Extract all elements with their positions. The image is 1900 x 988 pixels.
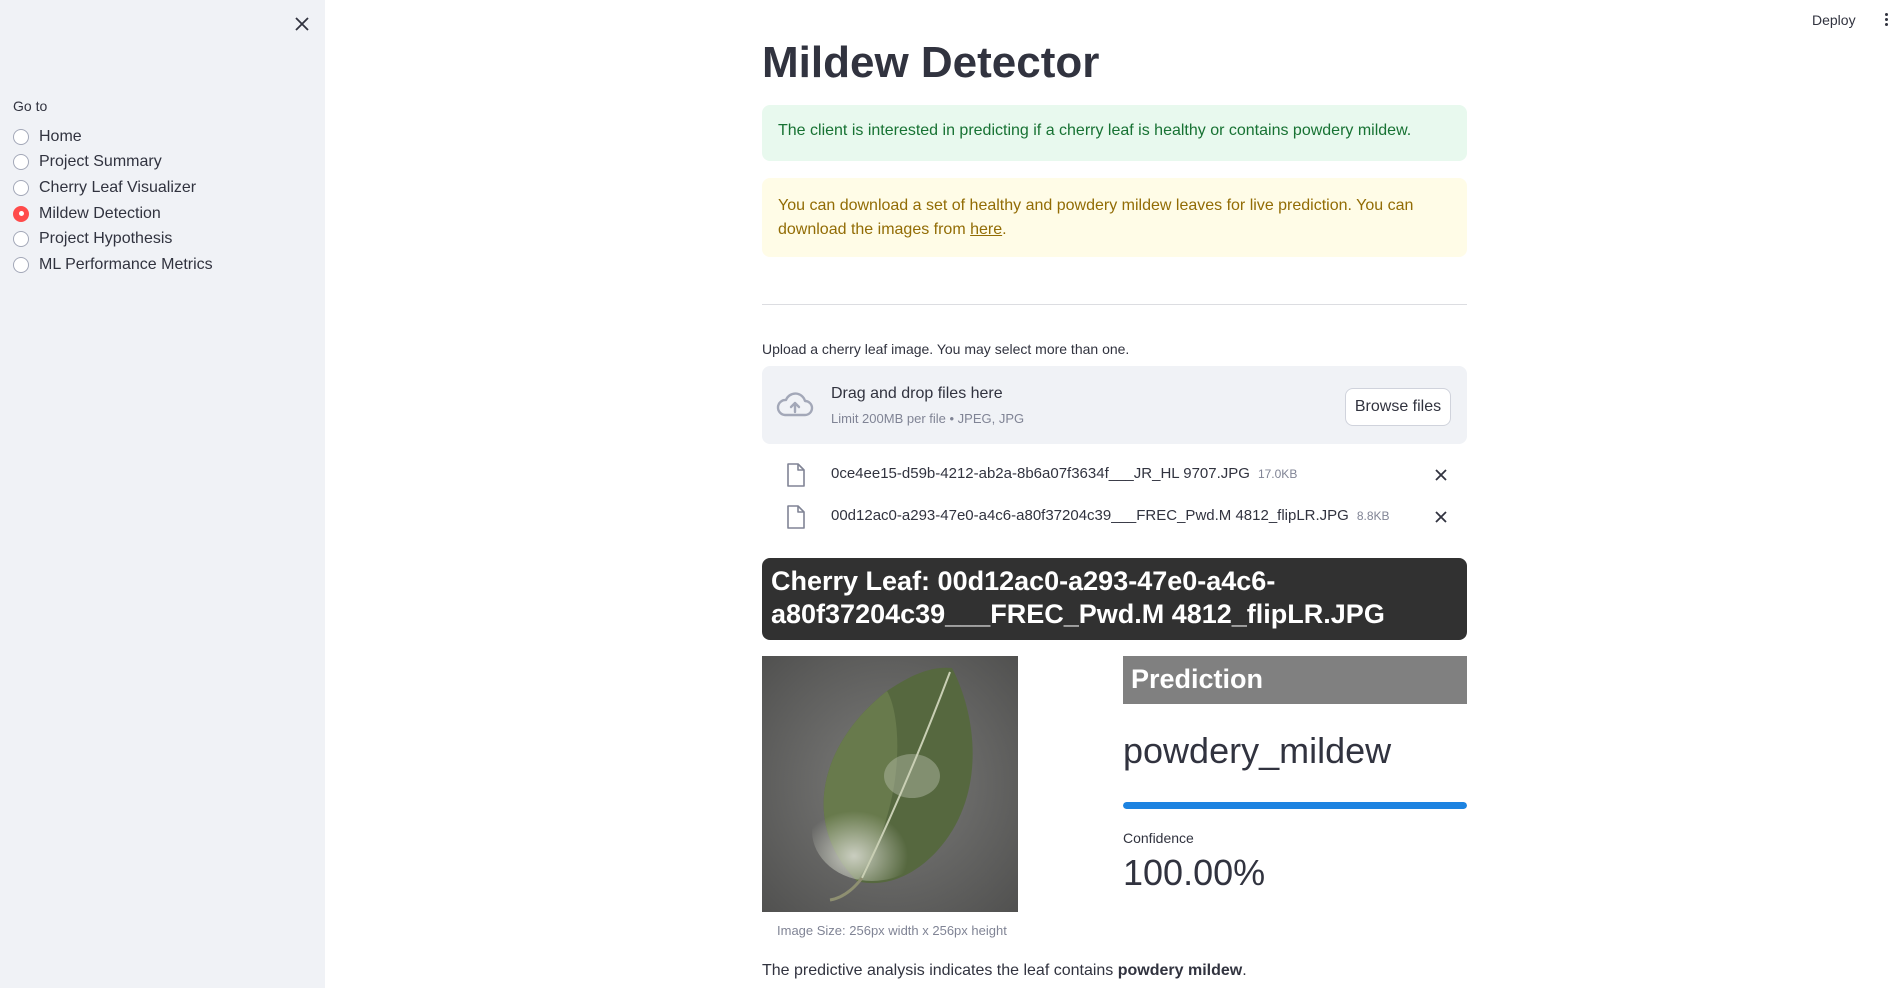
main-menu-button[interactable] (1883, 13, 1889, 29)
nav-radio-group: Home Project Summary Cherry Leaf Visuali… (13, 124, 213, 278)
progress-fill (1123, 802, 1467, 809)
nav-item-ml-performance-metrics[interactable]: ML Performance Metrics (13, 252, 213, 278)
close-icon (295, 17, 309, 31)
nav-item-label: Mildew Detection (39, 204, 161, 222)
uploaded-file-row: 00d12ac0-a293-47e0-a4c6-a80f37204c39___F… (762, 499, 1467, 535)
nav-title: Go to (13, 98, 48, 114)
dropzone-limit: Limit 200MB per file • JPEG, JPG (831, 411, 1025, 426)
radio-button[interactable] (13, 154, 29, 171)
nav-item-project-summary[interactable]: Project Summary (13, 150, 213, 176)
warning-alert-end: . (1002, 221, 1007, 238)
sidebar: Go to Home Project Summary Cherry Leaf V… (0, 0, 325, 988)
file-size: 17.0KB (1257, 467, 1298, 481)
confidence-label: Confidence (1123, 830, 1194, 846)
file-name: 0ce4ee15-d59b-4212-ab2a-8b6a07f3634f___J… (831, 465, 1297, 482)
prediction-value: powdery_mildew (1123, 730, 1392, 771)
nav-item-mildew-detection[interactable]: Mildew Detection (13, 201, 213, 227)
success-alert: The client is interested in predicting i… (762, 105, 1467, 161)
radio-button[interactable] (13, 128, 29, 145)
warning-alert-text: You can download a set of healthy and po… (778, 197, 1414, 238)
kebab-dot-icon (1884, 18, 1888, 21)
nav-item-label: Project Summary (39, 153, 162, 171)
file-icon (787, 505, 805, 529)
nav-item-cherry-leaf-visualizer[interactable]: Cherry Leaf Visualizer (13, 175, 213, 201)
file-icon (787, 463, 805, 487)
uploader-label: Upload a cherry leaf image. You may sele… (762, 341, 1130, 357)
file-dropzone[interactable]: Drag and drop files here Limit 200MB per… (762, 366, 1467, 444)
file-name-text: 0ce4ee15-d59b-4212-ab2a-8b6a07f3634f___J… (831, 465, 1250, 482)
leaf-image (762, 656, 1018, 912)
summary-end: . (1242, 962, 1247, 979)
file-size: 8.8KB (1356, 509, 1390, 523)
warning-alert: You can download a set of healthy and po… (762, 178, 1467, 257)
radio-button[interactable] (13, 231, 29, 248)
summary-text: The predictive analysis indicates the le… (762, 962, 1118, 979)
kebab-dot-icon (1884, 13, 1888, 16)
nav-item-label: Project Hypothesis (39, 230, 173, 248)
divider (762, 304, 1467, 305)
close-sidebar-button[interactable] (290, 12, 314, 36)
leaf-header-line: Cherry Leaf: 00d12ac0-a293-47e0-a4c6- (771, 566, 1276, 596)
nav-item-label: Home (39, 127, 82, 145)
nav-item-label: Cherry Leaf Visualizer (39, 178, 197, 196)
deploy-button[interactable]: Deploy (1812, 12, 1856, 28)
remove-file-icon[interactable] (1432, 466, 1450, 484)
confidence-value: 100.00% (1123, 852, 1266, 893)
kebab-dot-icon (1884, 23, 1888, 26)
page-title: Mildew Detector (762, 38, 1100, 87)
leaf-result-header: Cherry Leaf: 00d12ac0-a293-47e0-a4c6- a8… (762, 558, 1467, 640)
success-alert-text: The client is interested in predicting i… (778, 122, 1412, 139)
file-name-text: 00d12ac0-a293-47e0-a4c6-a80f37204c39___F… (831, 507, 1349, 524)
remove-file-icon[interactable] (1432, 508, 1450, 526)
browse-files-button[interactable]: Browse files (1345, 388, 1451, 426)
prediction-header: Prediction (1123, 656, 1467, 704)
file-name: 00d12ac0-a293-47e0-a4c6-a80f37204c39___F… (831, 507, 1390, 524)
leaf-header-line: a80f37204c39___FREC_Pwd.M 4812_flipLR.JP… (771, 599, 1385, 629)
cloud-upload-icon (776, 392, 814, 417)
radio-button[interactable] (13, 256, 29, 273)
radio-button-selected[interactable] (13, 205, 29, 222)
summary-bold: powdery mildew (1117, 962, 1243, 979)
download-link[interactable]: here (970, 221, 1002, 238)
radio-button[interactable] (13, 179, 29, 196)
confidence-progress-bar (1123, 802, 1467, 809)
leaf-photo-icon (762, 656, 1018, 912)
prediction-summary: The predictive analysis indicates the le… (762, 962, 1247, 980)
dropzone-title: Drag and drop files here (831, 385, 1003, 402)
nav-item-home[interactable]: Home (13, 124, 213, 150)
uploaded-file-row: 0ce4ee15-d59b-4212-ab2a-8b6a07f3634f___J… (762, 457, 1467, 493)
nav-item-label: ML Performance Metrics (39, 255, 213, 273)
nav-item-project-hypothesis[interactable]: Project Hypothesis (13, 226, 213, 252)
image-caption: Image Size: 256px width x 256px height (777, 923, 1007, 938)
